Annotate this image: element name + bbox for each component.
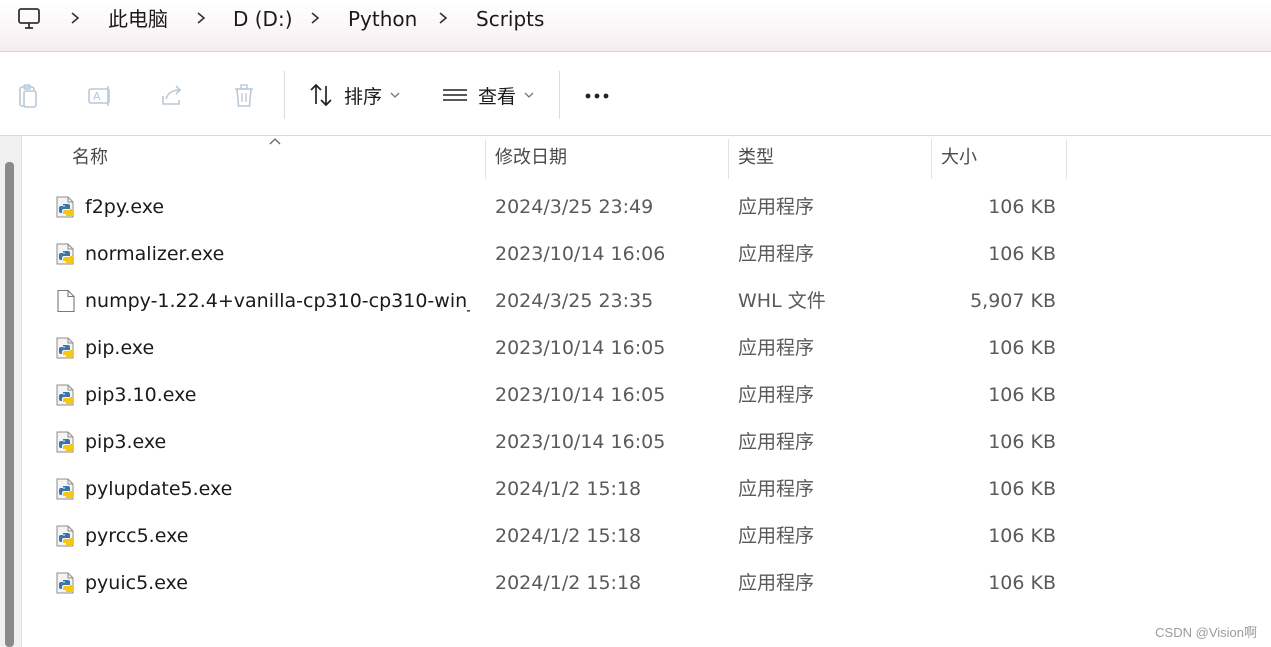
watermark: CSDN @Vision啊	[1155, 625, 1257, 640]
navigation-pane-scrollbar[interactable]	[0, 136, 22, 647]
file-size: 106 KB	[988, 431, 1056, 453]
sort-label: 排序	[344, 85, 383, 108]
chevron-right-icon[interactable]	[436, 8, 450, 28]
file-size: 106 KB	[988, 572, 1056, 594]
toolbar-divider	[284, 71, 285, 119]
chevron-right-icon[interactable]	[308, 8, 322, 28]
file-type: 应用程序	[738, 384, 815, 406]
python-exe-icon	[54, 477, 78, 501]
python-exe-icon	[54, 430, 78, 454]
file-size: 106 KB	[988, 196, 1056, 218]
sort-ascending-icon	[269, 138, 281, 145]
svg-text:A: A	[93, 90, 101, 103]
column-divider[interactable]	[485, 139, 486, 179]
column-name[interactable]: 名称	[72, 137, 108, 179]
python-exe-icon	[54, 242, 78, 266]
file-type: 应用程序	[738, 337, 815, 359]
python-exe-icon	[54, 571, 78, 595]
file-name: f2py.exe	[85, 196, 165, 218]
file-date: 2024/1/2 15:18	[495, 572, 642, 594]
file-type: 应用程序	[738, 431, 815, 453]
chevron-down-icon	[524, 92, 534, 98]
file-row[interactable]: pyuic5.exe 2024/1/2 15:18 应用程序 106 KB	[22, 560, 1082, 607]
rename-icon[interactable]: A	[86, 82, 114, 110]
file-name: pyrcc5.exe	[85, 525, 189, 547]
file-size: 106 KB	[988, 243, 1056, 265]
share-icon[interactable]	[158, 82, 186, 110]
file-name: pip.exe	[85, 337, 155, 359]
file-date: 2023/10/14 16:06	[495, 243, 666, 265]
sort-button[interactable]: 排序	[308, 79, 400, 111]
column-divider[interactable]	[728, 139, 729, 179]
file-row[interactable]: f2py.exe 2024/3/25 23:49 应用程序 106 KB	[22, 184, 1082, 231]
file-date: 2024/3/25 23:35	[495, 290, 654, 312]
generic-file-icon	[54, 289, 78, 313]
file-date: 2023/10/14 16:05	[495, 337, 666, 359]
chevron-right-icon[interactable]	[194, 8, 208, 28]
file-row[interactable]: pyrcc5.exe 2024/1/2 15:18 应用程序 106 KB	[22, 513, 1082, 560]
file-name: pylupdate5.exe	[85, 478, 233, 500]
breadcrumb-item[interactable]: D (D:)	[233, 5, 293, 33]
file-name: pip3.exe	[85, 431, 167, 453]
python-exe-icon	[54, 336, 78, 360]
python-exe-icon	[54, 524, 78, 548]
file-date: 2024/1/2 15:18	[495, 478, 642, 500]
breadcrumb-item[interactable]: 此电脑	[108, 5, 168, 33]
file-date: 2023/10/14 16:05	[495, 431, 666, 453]
breadcrumb-item[interactable]: Scripts	[476, 5, 544, 33]
column-divider[interactable]	[931, 139, 932, 179]
file-size: 106 KB	[988, 525, 1056, 547]
chevron-down-icon	[390, 92, 400, 98]
python-exe-icon	[54, 195, 78, 219]
file-name: pyuic5.exe	[85, 572, 188, 594]
file-type: WHL 文件	[738, 290, 826, 312]
breadcrumb-item[interactable]: Python	[348, 5, 417, 33]
file-date: 2024/3/25 23:49	[495, 196, 654, 218]
file-row[interactable]: numpy-1.22.4+vanilla-cp310-cp310-win_a..…	[22, 278, 1082, 325]
file-size: 106 KB	[988, 337, 1056, 359]
file-row[interactable]: normalizer.exe 2023/10/14 16:06 应用程序 106…	[22, 231, 1082, 278]
file-name: numpy-1.22.4+vanilla-cp310-cp310-win_a..…	[85, 290, 470, 312]
column-type[interactable]: 类型	[738, 137, 774, 179]
view-button[interactable]: 查看	[442, 79, 534, 111]
file-row[interactable]: pip3.exe 2023/10/14 16:05 应用程序 106 KB	[22, 419, 1082, 466]
address-bar[interactable]: 此电脑 D (D:) Python Scripts	[0, 0, 1271, 52]
copy-icon[interactable]	[14, 82, 42, 110]
toolbar-divider	[559, 71, 560, 119]
sort-icon	[310, 83, 332, 107]
scrollbar-thumb[interactable]	[5, 162, 14, 647]
file-type: 应用程序	[738, 243, 815, 265]
file-type: 应用程序	[738, 525, 815, 547]
file-size: 5,907 KB	[970, 290, 1056, 312]
python-exe-icon	[54, 383, 78, 407]
command-bar: A 排序 查看	[0, 53, 1271, 136]
file-type: 应用程序	[738, 572, 815, 594]
chevron-right-icon[interactable]	[68, 8, 82, 28]
file-type: 应用程序	[738, 478, 815, 500]
file-size: 106 KB	[988, 384, 1056, 406]
file-row[interactable]: pylupdate5.exe 2024/1/2 15:18 应用程序 106 K…	[22, 466, 1082, 513]
column-date[interactable]: 修改日期	[495, 137, 567, 179]
file-row[interactable]: pip3.10.exe 2023/10/14 16:05 应用程序 106 KB	[22, 372, 1082, 419]
column-size[interactable]: 大小	[941, 137, 977, 179]
file-name: normalizer.exe	[85, 243, 225, 265]
column-divider[interactable]	[1066, 139, 1067, 179]
file-date: 2023/10/14 16:05	[495, 384, 666, 406]
file-row[interactable]: pip.exe 2023/10/14 16:05 应用程序 106 KB	[22, 325, 1082, 372]
file-type: 应用程序	[738, 196, 815, 218]
file-size: 106 KB	[988, 478, 1056, 500]
file-name: pip3.10.exe	[85, 384, 197, 406]
delete-icon[interactable]	[230, 82, 258, 110]
view-label: 查看	[478, 85, 517, 108]
this-pc-icon[interactable]	[16, 6, 42, 32]
column-header: 名称 修改日期 类型 大小	[22, 137, 1082, 179]
more-options-icon[interactable]	[582, 86, 612, 106]
file-date: 2024/1/2 15:18	[495, 525, 642, 547]
view-list-icon	[443, 89, 467, 101]
